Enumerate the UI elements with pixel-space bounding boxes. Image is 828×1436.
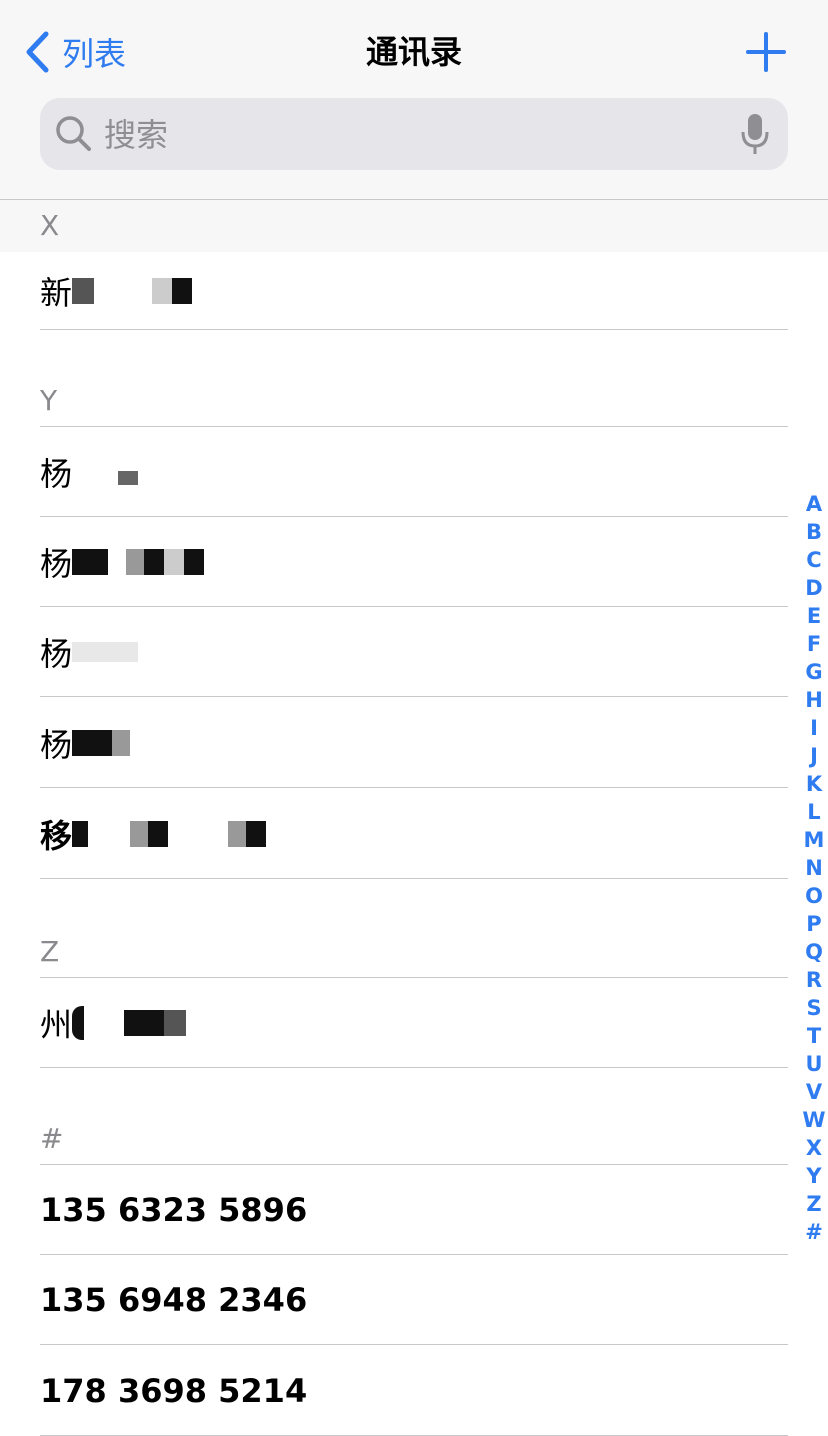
contact-name: 新 — [40, 273, 73, 312]
section-header-hash: # — [40, 1113, 788, 1165]
contact-phone: 135 6948 2346 — [40, 1280, 308, 1319]
redaction-block — [72, 729, 113, 756]
index-letter[interactable]: O — [805, 882, 823, 910]
contact-name: 州 — [40, 1005, 73, 1044]
contact-name: 杨 — [40, 725, 73, 764]
index-letter[interactable]: J — [810, 742, 818, 770]
index-letter[interactable]: G — [805, 658, 822, 686]
redaction-block — [246, 820, 267, 847]
index-letter[interactable]: Q — [805, 938, 823, 966]
redaction-block — [72, 641, 139, 662]
search-bar[interactable] — [40, 98, 788, 172]
contact-name: 杨 — [40, 634, 73, 673]
contact-row[interactable]: 新 — [40, 252, 788, 330]
index-letter[interactable]: B — [806, 518, 822, 546]
index-letter[interactable]: F — [807, 630, 821, 658]
index-letter[interactable]: A — [806, 490, 822, 518]
plus-icon — [746, 32, 786, 72]
contact-name: 杨 — [40, 544, 73, 583]
index-letter[interactable]: L — [807, 798, 820, 826]
microphone-icon[interactable] — [740, 112, 770, 156]
index-letter[interactable]: M — [804, 826, 825, 854]
index-letter[interactable]: T — [807, 1022, 821, 1050]
contact-row[interactable]: 杨 — [40, 607, 788, 697]
section-header-z: Z — [40, 926, 788, 978]
redaction-block — [148, 820, 169, 847]
contact-name: 杨 — [40, 454, 73, 493]
index-letter[interactable]: S — [806, 994, 821, 1022]
nav-header: 列表 通讯录 — [0, 0, 828, 200]
contact-name: 移 — [40, 816, 73, 855]
page-title: 通讯录 — [365, 33, 462, 71]
index-letter[interactable]: E — [807, 602, 821, 630]
index-letter[interactable]: H — [805, 686, 823, 714]
add-contact-button[interactable] — [744, 28, 788, 76]
index-letter[interactable]: U — [805, 1050, 822, 1078]
index-letter[interactable]: C — [806, 546, 821, 574]
contact-row[interactable]: 移 — [40, 789, 788, 879]
contact-row[interactable]: 杨 — [40, 517, 788, 607]
section-header-x: X — [0, 200, 828, 252]
redaction-block — [172, 277, 193, 304]
redaction-block — [124, 1009, 145, 1036]
contact-row[interactable]: 135 6323 5896 — [40, 1165, 788, 1255]
contact-phone: 135 6323 5896 — [40, 1190, 308, 1229]
redaction-block — [118, 470, 139, 485]
redaction-block — [130, 820, 149, 847]
redaction-block — [152, 277, 173, 304]
contact-row[interactable]: 杨 — [40, 427, 788, 517]
index-letter[interactable]: R — [806, 966, 822, 994]
index-letter[interactable]: D — [805, 574, 822, 602]
redaction-block — [72, 1005, 85, 1040]
redaction-block — [72, 548, 109, 575]
redaction-block — [126, 548, 145, 575]
index-letter[interactable]: V — [806, 1078, 822, 1106]
contact-row[interactable]: 178 3698 5214 — [40, 1346, 788, 1436]
contact-row[interactable]: 135 6948 2346 — [40, 1255, 788, 1345]
search-icon — [56, 116, 91, 151]
redaction-block — [164, 1009, 187, 1036]
index-letter[interactable]: P — [806, 910, 821, 938]
redaction-block — [72, 820, 89, 847]
redaction-block — [184, 548, 205, 575]
alphabet-index[interactable]: A B C D E F G H I J K L M N O P Q R S T U V W X Y Z # — [800, 490, 828, 1246]
contact-phone: 178 3698 5214 — [40, 1371, 308, 1410]
redaction-block — [72, 277, 95, 304]
index-letter[interactable]: Z — [806, 1190, 821, 1218]
index-letter[interactable]: N — [805, 854, 823, 882]
contact-row[interactable]: 州 — [40, 978, 788, 1068]
contact-row[interactable]: 杨 — [40, 698, 788, 788]
redaction-block — [228, 820, 247, 847]
index-letter[interactable]: W — [802, 1106, 825, 1134]
redaction-block — [112, 729, 131, 756]
redaction-block — [144, 1009, 165, 1036]
search-input[interactable] — [102, 98, 726, 172]
index-letter[interactable]: # — [805, 1218, 823, 1246]
redaction-block — [164, 548, 185, 575]
index-letter[interactable]: X — [806, 1134, 822, 1162]
index-letter[interactable]: Y — [806, 1162, 821, 1190]
index-letter[interactable]: K — [806, 770, 822, 798]
redaction-block — [144, 548, 165, 575]
section-header-y: Y — [40, 375, 788, 427]
index-letter[interactable]: I — [810, 714, 818, 742]
